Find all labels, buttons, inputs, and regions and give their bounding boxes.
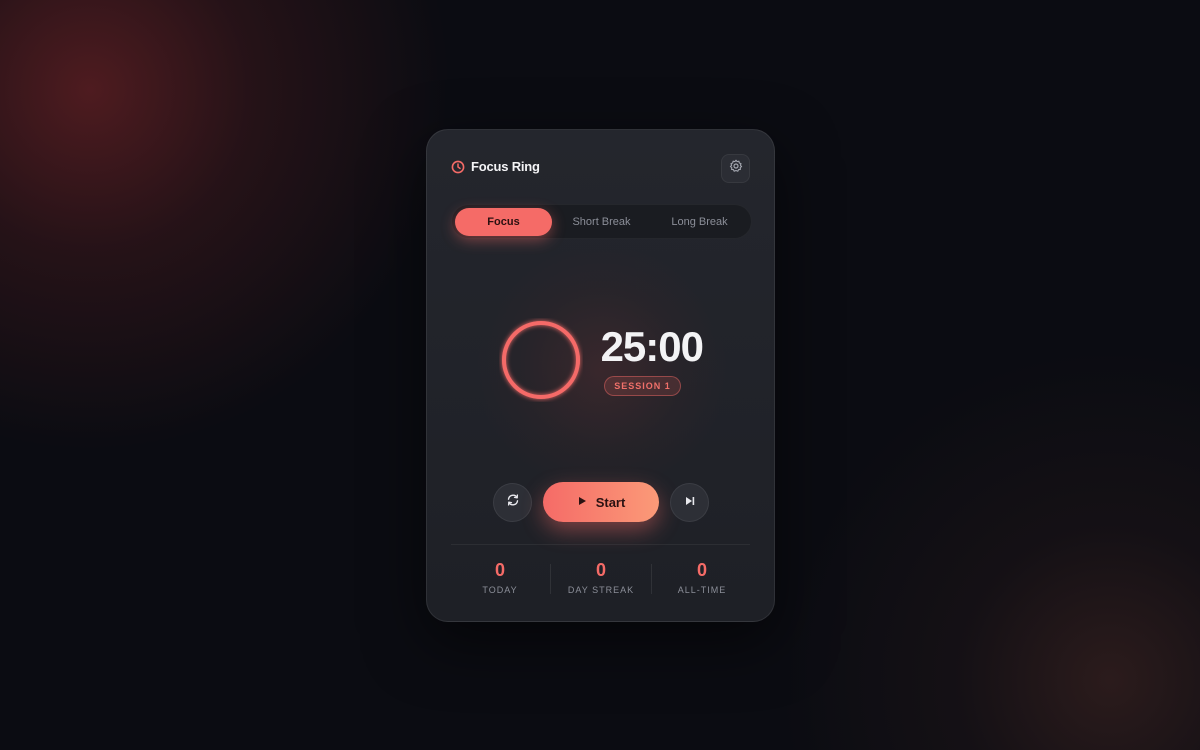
play-icon: [577, 493, 587, 511]
stat-value: 0: [595, 560, 606, 580]
timer-display: 25:00: [600, 323, 704, 370]
session-badge: SESSION 1: [604, 376, 681, 396]
clock-icon: [451, 160, 465, 174]
app-title: Focus Ring: [471, 159, 540, 174]
stat-value: 0: [696, 560, 707, 580]
mode-tabs: Focus Short Break Long Break: [451, 204, 752, 239]
tab-long-break[interactable]: Long Break: [651, 208, 748, 236]
gear-icon: [729, 159, 743, 178]
progress-arc: [502, 321, 580, 399]
skip-button[interactable]: [670, 483, 709, 522]
stat-label: ALL-TIME: [677, 585, 727, 595]
start-label: Start: [595, 494, 626, 510]
stat-label: DAY STREAK: [567, 585, 635, 595]
stats-divider: [451, 544, 750, 545]
settings-button[interactable]: [721, 154, 750, 183]
stat-all-time: 0 ALL-TIME: [652, 560, 752, 595]
tab-focus[interactable]: Focus: [455, 208, 552, 236]
skip-forward-icon: [684, 494, 696, 512]
reset-button[interactable]: [493, 483, 532, 522]
start-button[interactable]: Start: [543, 482, 659, 522]
reset-icon: [506, 493, 520, 512]
stat-today: 0 TODAY: [450, 560, 550, 595]
tab-short-break[interactable]: Short Break: [553, 208, 650, 236]
stat-value: 0: [494, 560, 505, 580]
timer-card: Focus Ring Focus Short Break Long Break: [426, 129, 775, 622]
card-header: Focus Ring: [451, 154, 750, 184]
stat-label: TODAY: [482, 585, 518, 595]
stat-day-streak: 0 DAY STREAK: [551, 560, 651, 595]
progress-ring: [499, 318, 583, 402]
